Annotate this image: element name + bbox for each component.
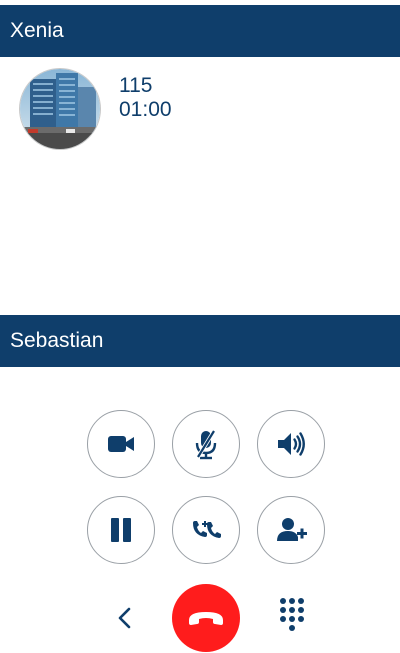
hangup-button[interactable] <box>172 584 240 652</box>
speaker-button[interactable] <box>257 410 325 478</box>
held-call-header[interactable]: Sebastian <box>0 315 400 367</box>
transfer-button[interactable] <box>172 496 240 564</box>
back-button[interactable] <box>108 598 142 638</box>
held-call-name: Sebastian <box>10 329 104 352</box>
avatar <box>20 69 100 149</box>
call-number: 115 <box>119 74 153 97</box>
video-icon <box>108 436 134 452</box>
mute-button[interactable] <box>172 410 240 478</box>
pause-icon <box>111 518 131 542</box>
add-participant-button[interactable] <box>257 496 325 564</box>
back-chevron-icon <box>118 607 131 629</box>
speaker-icon <box>278 432 305 456</box>
video-button[interactable] <box>87 410 155 478</box>
active-call-info: 115 01:00 <box>119 74 172 122</box>
mute-microphone-icon <box>195 429 217 460</box>
call-duration: 01:00 <box>119 98 172 121</box>
active-call-header: Xenia <box>0 5 400 57</box>
keypad-icon <box>280 598 304 631</box>
hangup-phone-icon <box>189 612 223 625</box>
add-participant-icon <box>277 518 307 541</box>
transfer-call-icon <box>193 521 221 538</box>
hold-button[interactable] <box>87 496 155 564</box>
call-screen: Xenia 115 01:00 Sebastian <box>0 0 400 653</box>
active-call-name: Xenia <box>10 19 64 42</box>
keypad-button[interactable] <box>270 592 314 640</box>
